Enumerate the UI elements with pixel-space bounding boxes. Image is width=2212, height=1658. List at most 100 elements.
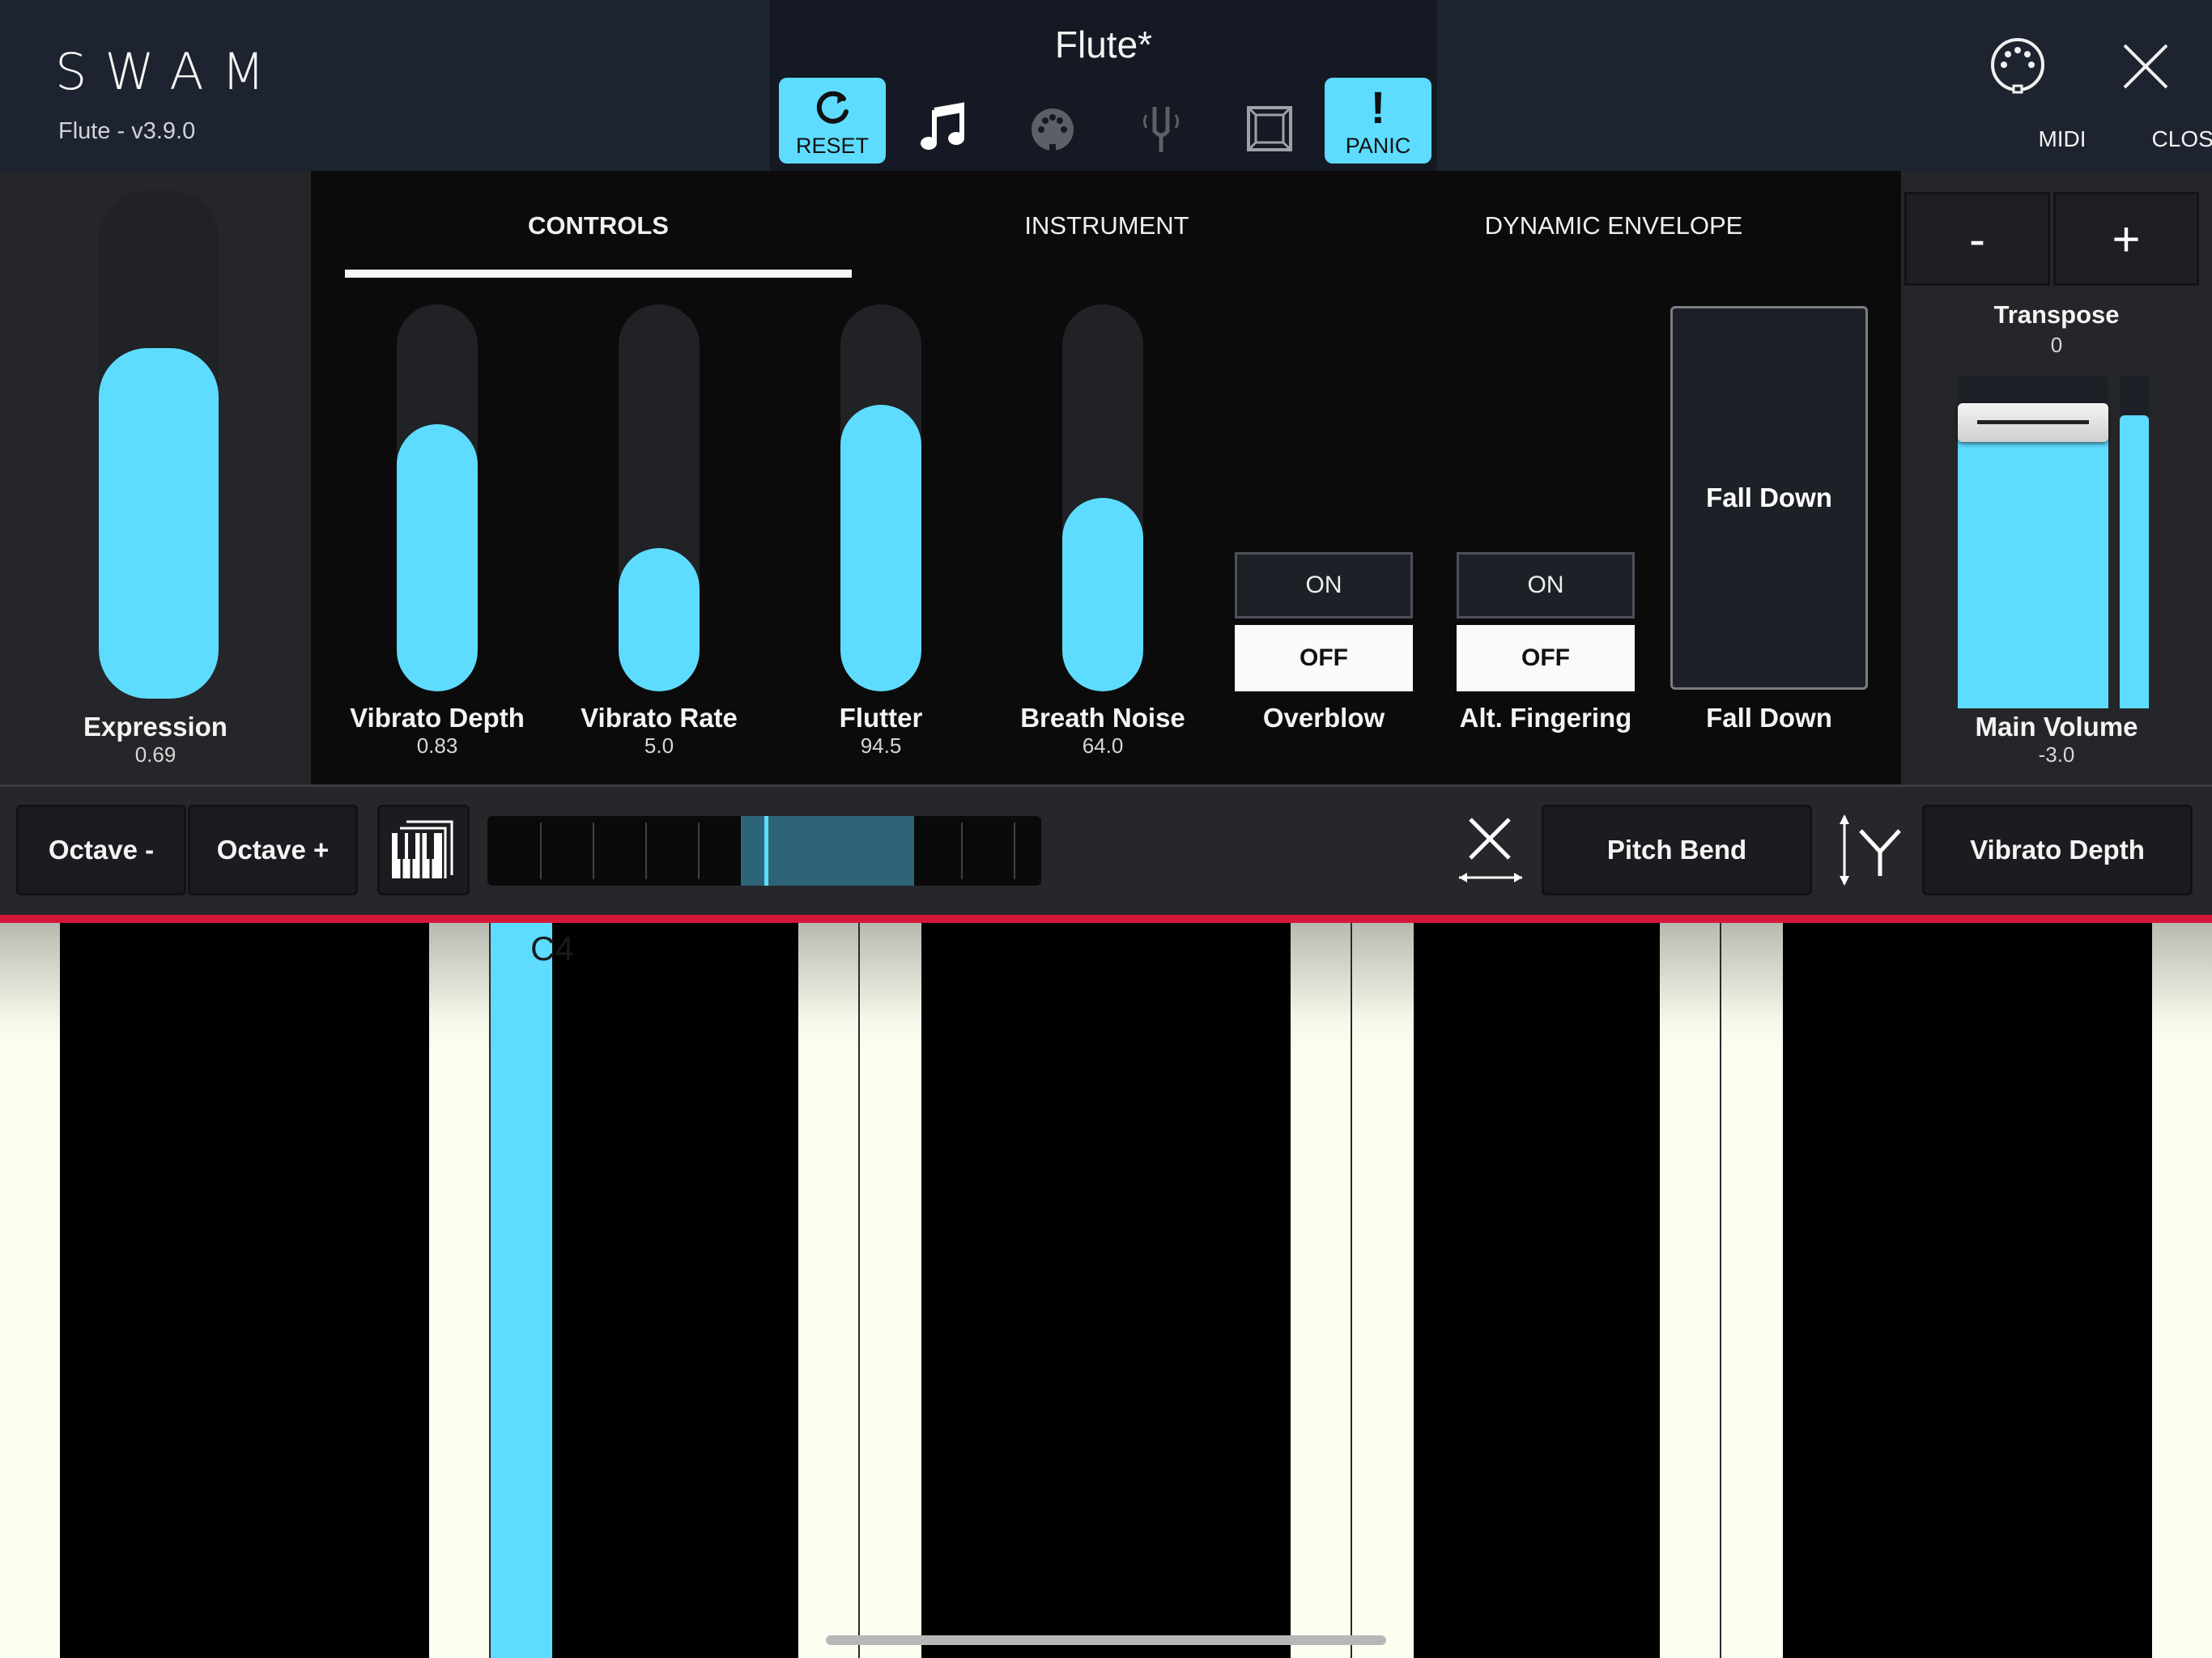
range-tick [698, 823, 700, 879]
fall-down-button[interactable]: Fall Down [1670, 306, 1868, 690]
vibrato-rate-slider-fill [619, 548, 700, 691]
preset-name[interactable]: Flute* [770, 23, 1437, 66]
black-key[interactable] [675, 923, 798, 1658]
transpose-minus-button[interactable]: - [1904, 192, 2050, 286]
black-key[interactable] [1414, 923, 1537, 1658]
pressed-note-label: C4 [530, 929, 574, 967]
preset-panel: Flute* RESET ! PANIC [770, 0, 1437, 171]
overblow-off-button[interactable]: OFF [1235, 625, 1413, 691]
keyboard-top-line [0, 915, 2212, 923]
vibrato-depth-label: Vibrato Depth [350, 703, 525, 733]
black-key[interactable] [2029, 923, 2152, 1658]
breath-noise-slider-fill [1062, 498, 1143, 691]
music-note-button[interactable] [891, 78, 998, 164]
y-axis-assign-button[interactable]: Vibrato Depth [1922, 805, 2193, 895]
midi-settings-button[interactable] [999, 78, 1106, 164]
tab-instrument[interactable]: INSTRUMENT [853, 211, 1360, 240]
keyboard-toolbar: Octave - Octave + Pitch Bend Vibrato Dep… [0, 784, 2212, 919]
flutter-label: Flutter [839, 703, 923, 733]
header-bar: SWAM Flute - v3.9.0 Flute* RESET ! PANIC… [0, 0, 2212, 171]
vibrato-rate-label: Vibrato Rate [581, 703, 738, 733]
transpose-volume-panel: - + Transpose 0 Main Volume -3.0 [1901, 171, 2212, 784]
flutter-slider-fill [840, 405, 921, 691]
overblow-label: Overblow [1262, 703, 1385, 733]
refresh-icon [816, 91, 849, 124]
black-key[interactable] [552, 923, 675, 1658]
black-key[interactable] [1537, 923, 1660, 1658]
expression-panel: Expression 0.69 [0, 171, 311, 784]
alt-fingering-off-button[interactable]: OFF [1457, 625, 1635, 691]
y-axis-icon [1840, 814, 1901, 886]
active-tab-indicator [345, 270, 852, 278]
alt-fingering-on-button[interactable]: ON [1457, 552, 1635, 619]
tab-controls[interactable]: CONTROLS [345, 211, 852, 240]
octave-down-button[interactable]: Octave - [16, 805, 186, 895]
x-axis-icon [1459, 818, 1522, 882]
alt-fingering-label: Alt. Fingering [1459, 703, 1632, 733]
main-volume-label: Main Volume [1975, 712, 2138, 742]
black-key[interactable] [60, 923, 183, 1658]
piano-keyboard[interactable] [0, 923, 2212, 1658]
x-axis-assign-button[interactable]: Pitch Bend [1542, 805, 1812, 895]
vibrato-rate-value: 5.0 [644, 733, 674, 758]
panic-label: PANIC [1345, 134, 1411, 158]
vibrato-rate-slider[interactable] [619, 304, 700, 691]
main-volume-value: -3.0 [2038, 742, 2075, 767]
vibrato-depth-value: 0.83 [416, 733, 458, 758]
main-volume-fill [1958, 423, 2108, 708]
exclamation-icon: ! [1370, 82, 1386, 133]
expression-label: Expression [83, 712, 228, 742]
black-key[interactable] [306, 923, 429, 1658]
close-label: CLOSE [2151, 126, 2212, 151]
range-tick [1014, 823, 1015, 879]
fullscreen-button[interactable] [1216, 78, 1323, 164]
main-volume-handle[interactable] [1958, 403, 2108, 443]
overblow-on-button[interactable]: ON [1235, 552, 1413, 619]
range-tick [961, 823, 963, 879]
black-key[interactable] [1044, 923, 1168, 1658]
midi-label: MIDI [2038, 126, 2087, 151]
vibrato-depth-slider[interactable] [397, 304, 478, 691]
reset-label: RESET [795, 134, 870, 158]
keyboard-range-selector[interactable] [487, 816, 1041, 886]
transpose-value: 0 [2050, 333, 2063, 357]
expression-slider[interactable] [99, 190, 219, 699]
octave-up-button[interactable]: Octave + [188, 805, 358, 895]
black-key[interactable] [1783, 923, 1906, 1658]
instrument-version: Flute - v3.9.0 [58, 118, 196, 144]
handle-grip [1977, 420, 2089, 425]
tuning-fork-icon [1143, 107, 1179, 152]
breath-noise-slider[interactable] [1062, 304, 1143, 691]
home-indicator [826, 1635, 1386, 1645]
close-button[interactable]: CLOSE [2101, 32, 2212, 162]
flutter-value: 94.5 [860, 733, 902, 758]
black-key[interactable] [1168, 923, 1291, 1658]
range-tick [593, 823, 594, 879]
keyboard-layout-button[interactable] [377, 805, 470, 895]
volume-meter [2120, 376, 2149, 708]
close-icon [2123, 44, 2168, 89]
transpose-label: Transpose [1993, 300, 2120, 329]
vibrato-depth-slider-fill [397, 424, 478, 691]
black-key[interactable] [1906, 923, 2029, 1658]
piano-keys-icon [392, 820, 453, 878]
range-tick [540, 823, 542, 879]
music-note-icon [921, 102, 964, 150]
fall-down-label: Fall Down [1706, 703, 1832, 733]
black-key[interactable] [183, 923, 306, 1658]
tuning-button[interactable] [1108, 78, 1214, 164]
panic-button[interactable]: ! PANIC [1325, 78, 1431, 164]
window-frame-icon [1247, 106, 1292, 151]
expression-value: 0.69 [134, 742, 177, 767]
black-key[interactable] [921, 923, 1044, 1658]
flutter-slider[interactable] [840, 304, 921, 691]
reset-button[interactable]: RESET [779, 78, 886, 164]
midi-button[interactable]: MIDI [1973, 32, 2087, 162]
tab-dynamic-envelope[interactable]: DYNAMIC ENVELOPE [1360, 211, 1867, 240]
breath-noise-value: 64.0 [1082, 733, 1124, 758]
range-tick [645, 823, 647, 879]
transpose-plus-button[interactable]: + [2053, 192, 2199, 286]
app-logo: SWAM [55, 42, 283, 101]
expression-slider-fill [99, 347, 219, 699]
breath-noise-label: Breath Noise [1020, 703, 1185, 733]
